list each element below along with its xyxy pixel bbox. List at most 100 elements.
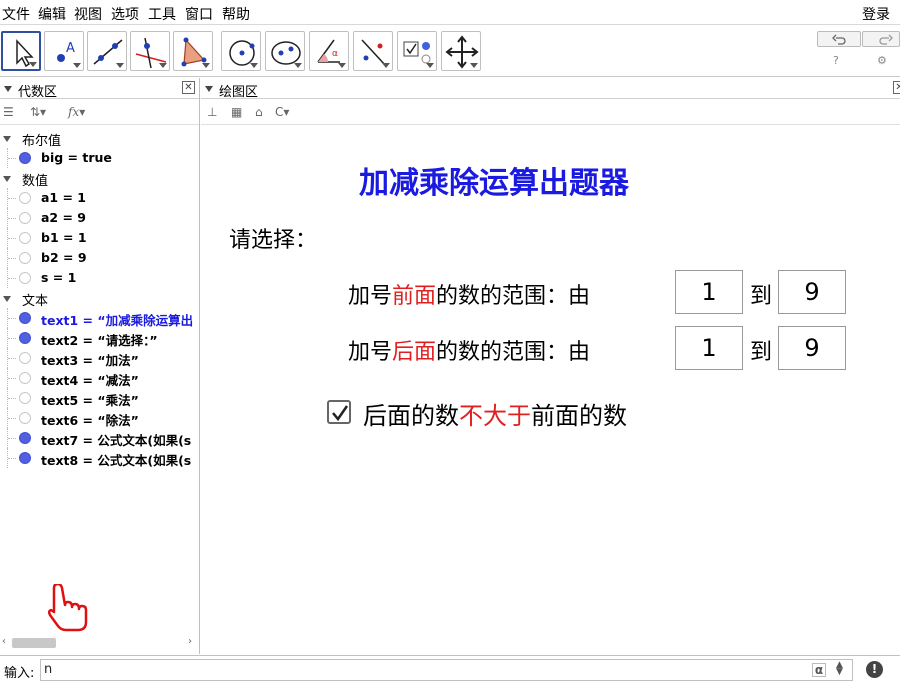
- move-view-tool[interactable]: [441, 31, 481, 71]
- visibility-toggle[interactable]: [19, 412, 31, 424]
- group-header-number[interactable]: 数值: [0, 168, 198, 188]
- panel-menu-arrow-icon[interactable]: [205, 86, 213, 92]
- description-mode-icon[interactable]: fx▾: [68, 105, 85, 119]
- graphics-title-bar: 绘图区 ✕: [201, 78, 900, 100]
- angle-tool[interactable]: α: [309, 31, 349, 71]
- visibility-toggle[interactable]: [19, 372, 31, 384]
- range1-from-input[interactable]: 1: [675, 270, 743, 314]
- visibility-toggle[interactable]: [19, 452, 31, 464]
- menu-help[interactable]: 帮助: [222, 4, 250, 24]
- range2-from-input[interactable]: 1: [675, 326, 743, 370]
- list-item[interactable]: a1 = 1: [0, 188, 198, 208]
- circle-tool[interactable]: [221, 31, 261, 71]
- list-item[interactable]: text5 = “乘法”: [0, 388, 198, 408]
- arrow-cursor-icon: [16, 39, 34, 68]
- svg-text:A: A: [66, 41, 75, 56]
- perpendicular-tool[interactable]: [130, 31, 170, 71]
- ellipse-tool[interactable]: [265, 31, 305, 71]
- algebra-title: 代数区: [18, 85, 58, 100]
- input-field[interactable]: n: [40, 659, 853, 681]
- menu-view[interactable]: 视图: [74, 4, 102, 24]
- algebra-view: 代数区 ✕ ☰ ⇅▾ fx▾ 布尔值 big = true 数值 a1 = 1: [0, 78, 200, 654]
- list-item[interactable]: text1 = “加减乘除运算出: [0, 308, 198, 328]
- graphics-view[interactable]: 绘图区 ✕ ⊥ ▦ ⌂ C▾ 加减乘除运算出题器 请选择： 加号前面的数的范围：…: [201, 78, 900, 654]
- range1-to-input[interactable]: 9: [778, 270, 846, 314]
- toolbar: A α ? ⚙: [0, 25, 900, 77]
- range2-to-label: 到: [750, 340, 773, 365]
- list-item[interactable]: text2 = “请选择：”: [0, 328, 198, 348]
- sort-icon[interactable]: ⇅▾: [30, 105, 46, 119]
- collapse-arrow-icon[interactable]: [3, 296, 11, 302]
- redo-button[interactable]: [862, 31, 900, 47]
- range1-label: 加号前面的数的范围：由: [348, 284, 591, 309]
- visibility-toggle[interactable]: [19, 432, 31, 444]
- input-bar: 输入: n α ▲ ▼ !: [0, 655, 900, 683]
- undo-icon: [832, 34, 846, 45]
- help-circle-icon[interactable]: ?: [833, 54, 839, 67]
- visibility-toggle[interactable]: [19, 232, 31, 244]
- axes-toggle-icon[interactable]: ⊥: [207, 105, 217, 119]
- visibility-toggle[interactable]: [19, 252, 31, 264]
- input-label: 输入:: [4, 666, 35, 681]
- menu-edit[interactable]: 编辑: [38, 4, 66, 24]
- visibility-toggle[interactable]: [19, 332, 31, 344]
- graphics-sub-toolbar: ⊥ ▦ ⌂ C▾: [201, 100, 900, 125]
- list-item[interactable]: text6 = “除法”: [0, 408, 198, 428]
- scroll-left-icon[interactable]: ‹: [2, 636, 6, 647]
- point-capture-icon[interactable]: C▾: [275, 105, 289, 119]
- visibility-toggle[interactable]: [19, 152, 31, 164]
- login-link[interactable]: 登录: [862, 4, 890, 24]
- point-tool[interactable]: A: [44, 31, 84, 71]
- algebra-title-bar: 代数区 ✕: [0, 78, 199, 100]
- list-item[interactable]: s = 1: [0, 268, 198, 288]
- input-help-icon[interactable]: !: [866, 661, 883, 678]
- collapse-arrow-icon[interactable]: [3, 136, 11, 142]
- polygon-tool[interactable]: [173, 31, 213, 71]
- horizontal-scrollbar[interactable]: ‹ ›: [0, 636, 198, 650]
- group-header-text[interactable]: 文本: [0, 288, 198, 308]
- range2-label: 加号后面的数的范围：由: [348, 340, 591, 365]
- checkmark-icon: [332, 405, 349, 422]
- hand-pointer-icon: [48, 584, 88, 632]
- visibility-toggle[interactable]: [19, 192, 31, 204]
- list-item[interactable]: a2 = 9: [0, 208, 198, 228]
- undo-button[interactable]: [817, 31, 861, 47]
- grid-toggle-icon[interactable]: ▦: [231, 105, 242, 119]
- close-icon[interactable]: ✕: [893, 81, 900, 94]
- panel-menu-arrow-icon[interactable]: [4, 86, 12, 92]
- list-item[interactable]: b1 = 1: [0, 228, 198, 248]
- range2-to-input[interactable]: 9: [778, 326, 846, 370]
- menu-file[interactable]: 文件: [2, 4, 30, 24]
- list-item[interactable]: text7 = 公式文本(如果(s: [0, 428, 198, 448]
- checkbox-tool[interactable]: [397, 31, 437, 71]
- line-tool[interactable]: [87, 31, 127, 71]
- visibility-toggle[interactable]: [19, 272, 31, 284]
- close-icon[interactable]: ✕: [182, 81, 195, 94]
- scroll-right-icon[interactable]: ›: [188, 636, 192, 647]
- list-item[interactable]: text8 = 公式文本(如果(s: [0, 448, 198, 468]
- symbol-button[interactable]: α: [812, 663, 826, 677]
- reflect-tool[interactable]: [353, 31, 393, 71]
- list-item[interactable]: big = true: [0, 148, 198, 168]
- list-item[interactable]: text3 = “加法”: [0, 348, 198, 368]
- big-checkbox[interactable]: [327, 400, 351, 424]
- menu-options[interactable]: 选项: [111, 4, 139, 24]
- menu-window[interactable]: 窗口: [185, 4, 213, 24]
- auxiliary-objects-icon[interactable]: ☰: [3, 105, 14, 119]
- move-tool[interactable]: [1, 31, 41, 71]
- history-spinner-icon[interactable]: ▲ ▼: [836, 661, 843, 677]
- list-item[interactable]: b2 = 9: [0, 248, 198, 268]
- visibility-toggle[interactable]: [19, 212, 31, 224]
- list-item[interactable]: text4 = “减法”: [0, 368, 198, 388]
- visibility-toggle[interactable]: [19, 352, 31, 364]
- checkbox-label[interactable]: 后面的数不大于前面的数: [363, 396, 627, 431]
- menu-tools[interactable]: 工具: [148, 4, 176, 24]
- visibility-toggle[interactable]: [19, 392, 31, 404]
- home-icon[interactable]: ⌂: [255, 105, 263, 119]
- gear-icon[interactable]: ⚙: [877, 54, 887, 67]
- visibility-toggle[interactable]: [19, 312, 31, 324]
- redo-icon: [879, 34, 893, 45]
- group-header-boolean[interactable]: 布尔值: [0, 128, 198, 148]
- graphics-title: 绘图区: [219, 85, 259, 100]
- collapse-arrow-icon[interactable]: [3, 176, 11, 182]
